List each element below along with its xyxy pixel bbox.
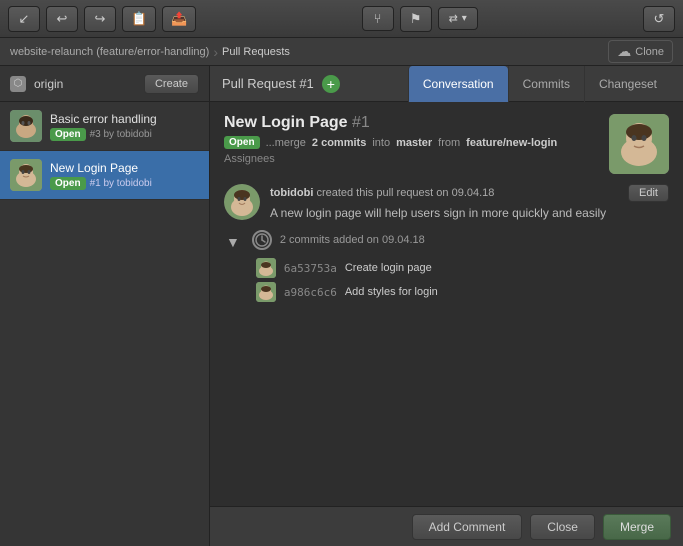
origin-icon: ⬡	[10, 76, 26, 92]
commit-avatar-1	[256, 258, 276, 278]
status-badge-pr-2: Open	[50, 177, 86, 190]
pr-header: Pull Request #1 + Conversation Commits C…	[210, 66, 683, 102]
main-layout: ⬡ origin Create Basic error handling Ope	[0, 66, 683, 546]
activity-action: created this pull request on	[316, 187, 451, 199]
pr-status-badge: Open	[224, 136, 260, 149]
tab-changeset[interactable]: Changeset	[584, 66, 671, 102]
sidebar-item-pr-1[interactable]: Basic error handling Open #3 by tobidobi	[0, 102, 209, 151]
create-pr-button[interactable]: Create	[144, 74, 199, 94]
close-button[interactable]: Close	[530, 514, 595, 540]
pr-title: New Login Page #1	[224, 114, 597, 132]
item-info-pr-2: New Login Page Open #1 by tobidobi	[50, 161, 152, 190]
pop-btn[interactable]: 📤	[162, 6, 196, 32]
breadcrumb-section: Pull Requests	[222, 46, 290, 58]
repo-path: website-relaunch (feature/error-handling…	[10, 46, 209, 58]
cloud-icon: ☁	[617, 43, 631, 60]
activity-meta: tobidobi created this pull request on 09…	[270, 187, 494, 199]
sidebar: ⬡ origin Create Basic error handling Ope	[0, 66, 210, 546]
merge-button[interactable]: Merge	[603, 514, 671, 540]
refresh-btn[interactable]: ↺	[643, 6, 675, 32]
breadcrumb: website-relaunch (feature/error-handling…	[0, 38, 683, 66]
status-badge-pr-1: Open	[50, 128, 86, 141]
add-comment-button[interactable]: Add Comment	[412, 514, 523, 540]
commits-content: 2 commits added on 09.04.18 6a	[252, 230, 669, 306]
activity-comment: A new login page will help users sign in…	[270, 206, 669, 220]
git-flow-btn[interactable]: ⇄ ▾	[438, 7, 478, 30]
pr-thumbnail	[609, 114, 669, 174]
activity-item: tobidobi created this pull request on 09…	[224, 184, 669, 220]
commit-msg-1: Create login page	[345, 262, 432, 274]
commits-header: 2 commits added on 09.04.18	[252, 230, 669, 250]
item-meta-pr-1: Open #3 by tobidobi	[50, 128, 157, 141]
edit-button[interactable]: Edit	[628, 184, 669, 202]
pr-source: feature/new-login	[466, 137, 557, 149]
activity-avatar	[224, 184, 260, 220]
commit-avatar-2	[256, 282, 276, 302]
branch-btn[interactable]: ⑂	[362, 6, 394, 31]
pr-title-text: New Login Page #1 Open ...merge 2 commit…	[224, 114, 597, 165]
pr-status-text: ...merge	[266, 137, 306, 149]
pull-btn[interactable]: ↩	[46, 6, 78, 32]
content-panel: Pull Request #1 + Conversation Commits C…	[210, 66, 683, 546]
clone-button[interactable]: ☁ Clone	[608, 40, 673, 63]
activity-content: tobidobi created this pull request on 09…	[270, 184, 669, 220]
fetch-btn[interactable]: ↙	[8, 6, 40, 32]
stash-btn[interactable]: 📋	[122, 6, 156, 32]
tab-conversation[interactable]: Conversation	[408, 66, 508, 102]
pr-title-number: #1	[352, 114, 370, 131]
item-meta-pr-2: Open #1 by tobidobi	[50, 177, 152, 190]
footer: Add Comment Close Merge	[210, 506, 683, 546]
assignees-label: Assignees	[224, 153, 597, 165]
item-title-pr-2: New Login Page	[50, 161, 152, 175]
breadcrumb-sep: ›	[213, 44, 218, 60]
avatar-pr-1	[10, 110, 42, 142]
tag-btn[interactable]: ⚑	[400, 6, 432, 32]
origin-label: origin	[34, 77, 63, 91]
commit-msg-2: Add styles for login	[345, 286, 438, 298]
tabs: Conversation Commits Changeset	[408, 66, 671, 102]
commit-row-2: a986c6c6 Add styles for login	[252, 282, 669, 302]
clock-icon	[252, 230, 272, 250]
item-by-pr-2: #1 by tobidobi	[90, 178, 152, 189]
item-title-pr-1: Basic error handling	[50, 112, 157, 126]
commits-summary: 2 commits added on 09.04.18	[280, 234, 425, 246]
pr-status-line: Open ...merge 2 commits into master from…	[224, 136, 597, 149]
pr-body: New Login Page #1 Open ...merge 2 commit…	[210, 102, 683, 506]
item-by-pr-1: #3 by tobidobi	[90, 129, 152, 140]
commits-section: ▼ 2 commits added on 09.04.18	[224, 230, 669, 306]
pr-from: from	[438, 137, 460, 149]
push-btn[interactable]: ↪	[84, 6, 116, 32]
pr-title-name: New Login Page	[224, 114, 348, 131]
pr-into: into	[372, 137, 390, 149]
add-pr-button[interactable]: +	[322, 75, 340, 93]
collapse-button[interactable]: ▼	[224, 232, 242, 252]
pr-target: master	[396, 137, 432, 149]
sidebar-item-pr-2[interactable]: New Login Page Open #1 by tobidobi	[0, 151, 209, 200]
pr-header-label: Pull Request #1	[222, 76, 314, 91]
tab-commits[interactable]: Commits	[508, 66, 584, 102]
commit-row-1: 6a53753a Create login page	[252, 258, 669, 278]
pr-commits-count: 2 commits	[312, 137, 366, 149]
avatar-pr-2	[10, 159, 42, 191]
pr-title-section: New Login Page #1 Open ...merge 2 commit…	[224, 114, 669, 174]
toolbar: ↙ ↩ ↪ 📋 📤 ⑂ ⚑ ⇄ ▾ ↺	[0, 0, 683, 38]
activity-date: 09.04.18	[452, 187, 495, 199]
clone-label: Clone	[635, 46, 664, 58]
commit-hash-2: a986c6c6	[284, 286, 337, 299]
commit-hash-1: 6a53753a	[284, 262, 337, 275]
activity-header: tobidobi created this pull request on 09…	[270, 184, 669, 202]
activity-author: tobidobi	[270, 187, 313, 199]
item-info-pr-1: Basic error handling Open #3 by tobidobi	[50, 112, 157, 141]
sidebar-header: ⬡ origin Create	[0, 66, 209, 102]
